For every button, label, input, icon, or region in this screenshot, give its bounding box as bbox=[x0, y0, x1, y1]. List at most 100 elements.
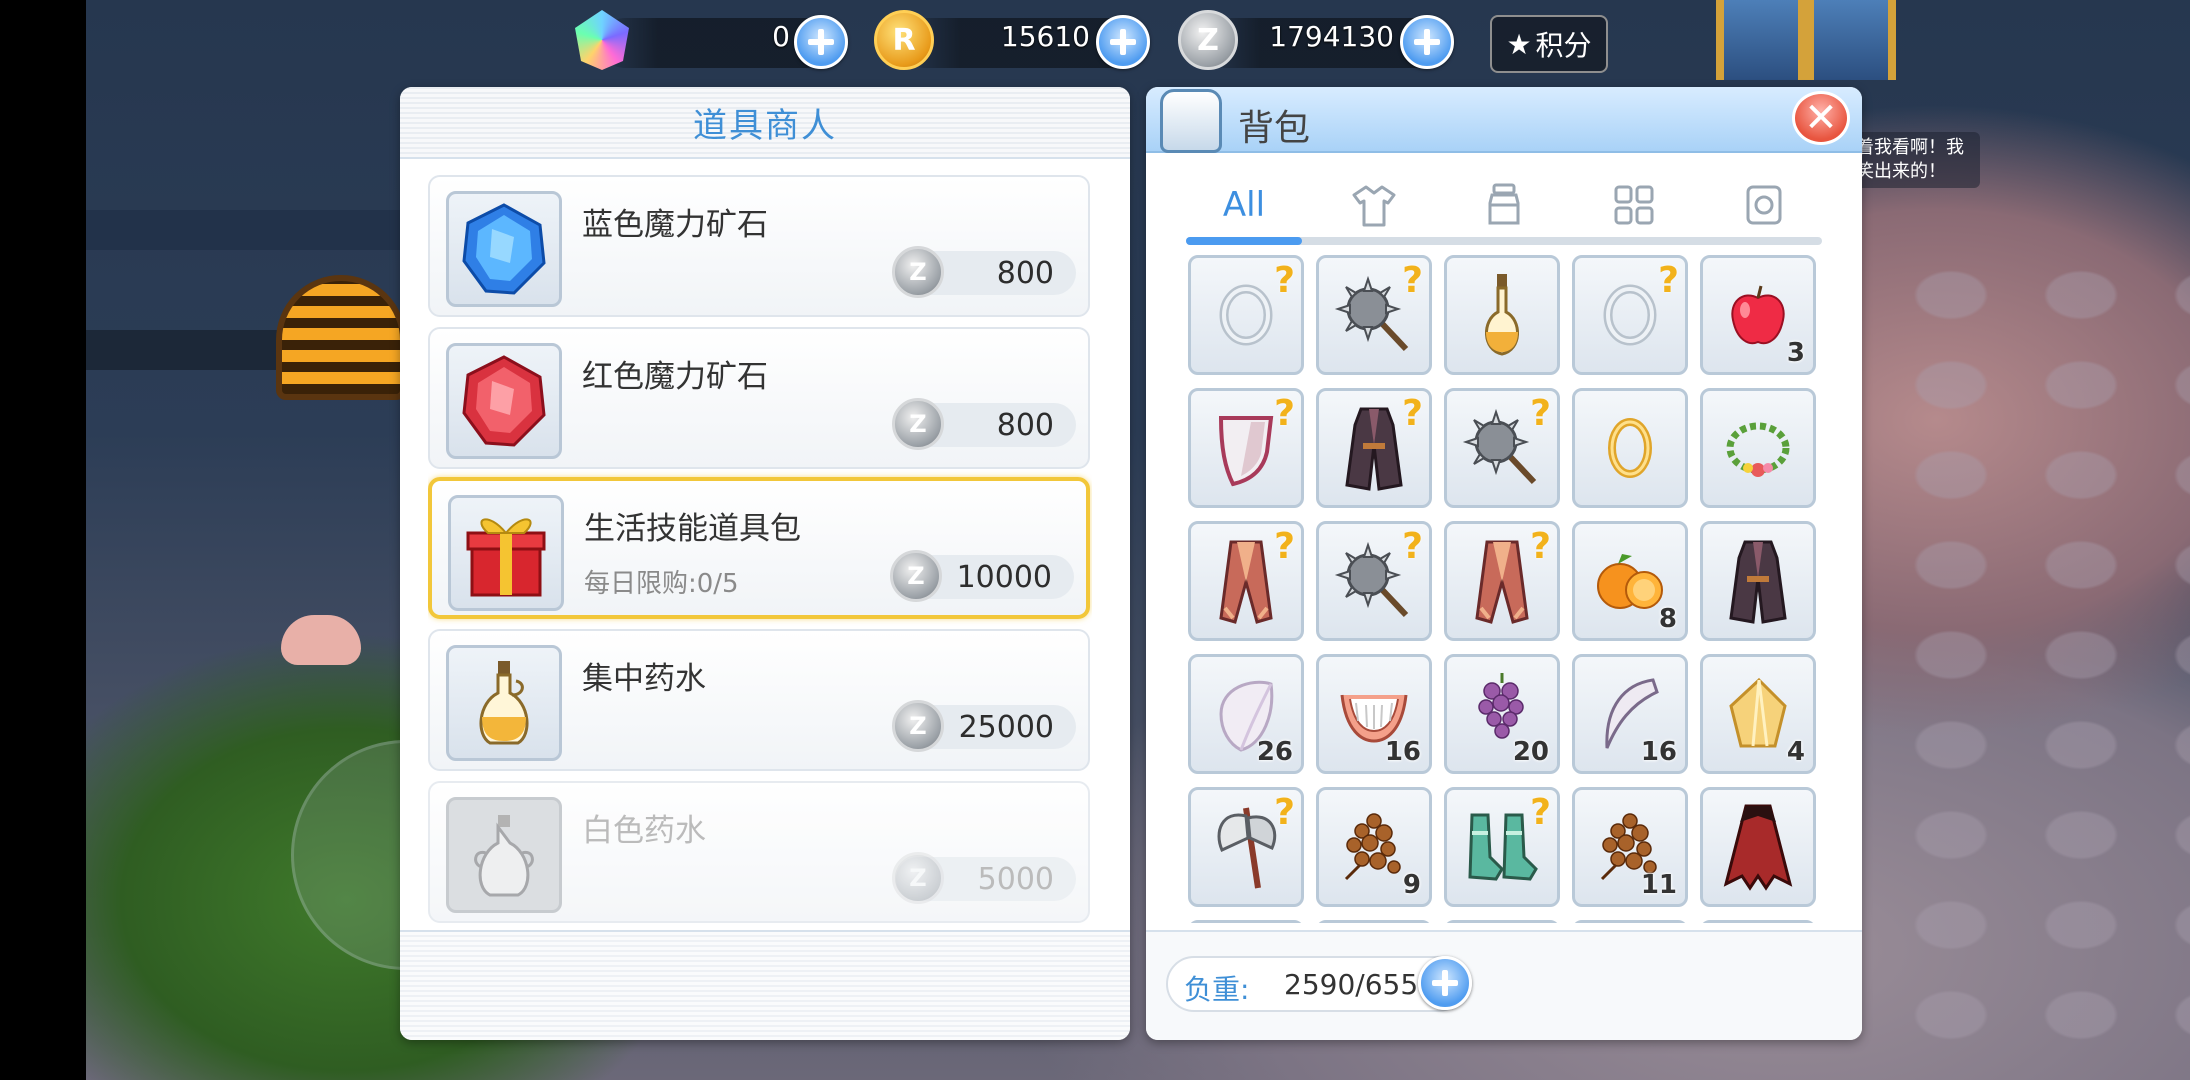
add-zeny-button[interactable] bbox=[1400, 15, 1454, 69]
points-label: 积分 bbox=[1535, 29, 1592, 62]
currency-bar: 0 R 15610 Z 1794130 ★ 积分 bbox=[0, 10, 2190, 80]
inventory-slot[interactable]: ? bbox=[1188, 787, 1304, 907]
inventory-slot[interactable]: 26 bbox=[1188, 654, 1304, 774]
tab-all[interactable]: All bbox=[1186, 175, 1302, 235]
tab-materials[interactable] bbox=[1576, 175, 1692, 235]
item-price: 800 bbox=[996, 408, 1054, 443]
card-icon bbox=[1746, 185, 1782, 225]
shop-item-red-ore[interactable]: 红色魔力矿石 Z 800 bbox=[428, 327, 1090, 469]
inventory-slot[interactable] bbox=[1444, 920, 1560, 923]
inventory-slot[interactable] bbox=[1316, 920, 1432, 923]
grid-icon bbox=[1614, 185, 1654, 225]
tab-equipment[interactable] bbox=[1316, 175, 1432, 235]
item-name: 白色药水 bbox=[582, 813, 706, 849]
item-count: 26 bbox=[1256, 737, 1293, 767]
inventory-slot[interactable]: ? bbox=[1444, 388, 1560, 508]
inventory-slot[interactable] bbox=[1700, 920, 1816, 923]
inventory-slot[interactable]: ? bbox=[1572, 255, 1688, 375]
inventory-slot[interactable]: 16 bbox=[1316, 654, 1432, 774]
price-tag: Z 800 bbox=[892, 246, 1076, 298]
add-gold-button[interactable] bbox=[1096, 15, 1150, 69]
empty-bottle-icon bbox=[446, 797, 562, 913]
item-merchant-panel: 道具商人 蓝色魔力矿石 Z 800 红色魔力矿石 Z 800 生活技能道具包 每… bbox=[400, 87, 1130, 1040]
inventory-slot[interactable]: 3 bbox=[1700, 255, 1816, 375]
shop-header: 道具商人 bbox=[400, 87, 1130, 159]
inventory-slot[interactable] bbox=[1444, 255, 1560, 375]
inventory-slot[interactable] bbox=[1572, 920, 1688, 923]
tab-consumables[interactable] bbox=[1446, 175, 1562, 235]
item-count: 4 bbox=[1786, 737, 1805, 767]
inventory-slot[interactable]: ? bbox=[1316, 255, 1432, 375]
item-count: 16 bbox=[1384, 737, 1421, 767]
inventory-tabs: All bbox=[1186, 175, 1822, 247]
item-count: 3 bbox=[1786, 338, 1805, 368]
inventory-slot[interactable]: ? bbox=[1444, 521, 1560, 641]
shop-item-concentration-potion[interactable]: 集中药水 Z 25000 bbox=[428, 629, 1090, 771]
item-count: 11 bbox=[1640, 870, 1677, 900]
unidentified-mark-icon: ? bbox=[1274, 526, 1295, 567]
zeny-coin-icon: Z bbox=[892, 852, 944, 904]
points-button[interactable]: ★ 积分 bbox=[1490, 15, 1608, 73]
gold-zeny-coin-icon: R bbox=[874, 10, 934, 70]
star-icon: ★ bbox=[1506, 27, 1532, 61]
vampire-cape-icon bbox=[1703, 790, 1813, 904]
inventory-slot[interactable]: 4 bbox=[1700, 654, 1816, 774]
item-price: 25000 bbox=[958, 710, 1054, 745]
tab-cards[interactable] bbox=[1706, 175, 1822, 235]
inventory-slot[interactable] bbox=[1700, 388, 1816, 508]
flower-wreath-icon bbox=[1703, 391, 1813, 505]
inventory-grid[interactable]: ??? 3?????? 8 26 16 20 16 4? 9? 11 bbox=[1188, 255, 1824, 923]
potion-bottle-icon bbox=[446, 645, 562, 761]
inventory-slot[interactable]: 16 bbox=[1572, 654, 1688, 774]
blue-gem-icon bbox=[446, 191, 562, 307]
inventory-slot[interactable] bbox=[1700, 521, 1816, 641]
zeny-coin-icon: Z bbox=[890, 550, 942, 602]
bag-title: 背包 bbox=[1238, 108, 1311, 149]
unidentified-mark-icon: ? bbox=[1274, 393, 1295, 434]
inventory-panel: 背包 ✕ All ??? 3?????? 8 26 16 20 16 4? 9? 11 负重: 2… bbox=[1146, 87, 1862, 1040]
inventory-slot[interactable] bbox=[1700, 787, 1816, 907]
item-count: 16 bbox=[1640, 737, 1677, 767]
zeny-amount: 1794130 bbox=[1269, 20, 1394, 53]
inventory-slot[interactable]: ? bbox=[1444, 787, 1560, 907]
daily-purchase-limit: 每日限购:0/5 bbox=[584, 569, 739, 599]
inventory-slot[interactable]: 11 bbox=[1572, 787, 1688, 907]
jar-icon bbox=[1488, 183, 1520, 225]
weight-value: 2590/6554 bbox=[1284, 968, 1436, 1001]
inventory-slot[interactable]: 9 bbox=[1316, 787, 1432, 907]
inventory-slot[interactable] bbox=[1188, 920, 1304, 923]
add-gem-button[interactable] bbox=[794, 15, 848, 69]
item-name: 红色魔力矿石 bbox=[582, 359, 768, 395]
wall-beam bbox=[86, 210, 416, 250]
shop-title: 道具商人 bbox=[693, 105, 837, 146]
inventory-slot[interactable]: 8 bbox=[1572, 521, 1688, 641]
shop-item-list[interactable]: 蓝色魔力矿石 Z 800 红色魔力矿石 Z 800 生活技能道具包 每日限购:0… bbox=[428, 175, 1092, 1015]
unidentified-mark-icon: ? bbox=[1274, 792, 1295, 833]
zeny-coin-icon: Z bbox=[892, 398, 944, 450]
pet-cat[interactable] bbox=[281, 615, 361, 665]
shop-item-life-skill-pack[interactable]: 生活技能道具包 每日限购:0/5 Z 10000 bbox=[428, 477, 1090, 619]
bag-header: 背包 ✕ bbox=[1146, 87, 1862, 153]
inventory-slot[interactable]: ? bbox=[1188, 388, 1304, 508]
inventory-slot[interactable]: 20 bbox=[1444, 654, 1560, 774]
gold-ring-icon bbox=[1575, 391, 1685, 505]
robe-icon bbox=[1703, 524, 1813, 638]
shop-footer bbox=[400, 930, 1130, 1040]
inventory-slot[interactable]: ? bbox=[1316, 388, 1432, 508]
expand-weight-button[interactable] bbox=[1418, 956, 1472, 1010]
red-gem-icon bbox=[446, 343, 562, 459]
unidentified-mark-icon: ? bbox=[1530, 393, 1551, 434]
price-tag: Z 25000 bbox=[892, 700, 1076, 752]
shop-item-blue-ore[interactable]: 蓝色魔力矿石 Z 800 bbox=[428, 175, 1090, 317]
close-button[interactable]: ✕ bbox=[1792, 91, 1850, 145]
price-tag: Z 800 bbox=[892, 398, 1076, 450]
shop-item-white-potion[interactable]: 白色药水 Z 5000 bbox=[428, 781, 1090, 923]
inventory-slot[interactable]: ? bbox=[1188, 255, 1304, 375]
inventory-slot[interactable] bbox=[1572, 388, 1688, 508]
inventory-slot[interactable]: ? bbox=[1188, 521, 1304, 641]
price-tag: Z 5000 bbox=[892, 852, 1076, 904]
inventory-slot[interactable]: ? bbox=[1316, 521, 1432, 641]
item-price: 10000 bbox=[956, 560, 1052, 595]
unidentified-mark-icon: ? bbox=[1530, 792, 1551, 833]
item-name: 集中药水 bbox=[582, 661, 706, 697]
